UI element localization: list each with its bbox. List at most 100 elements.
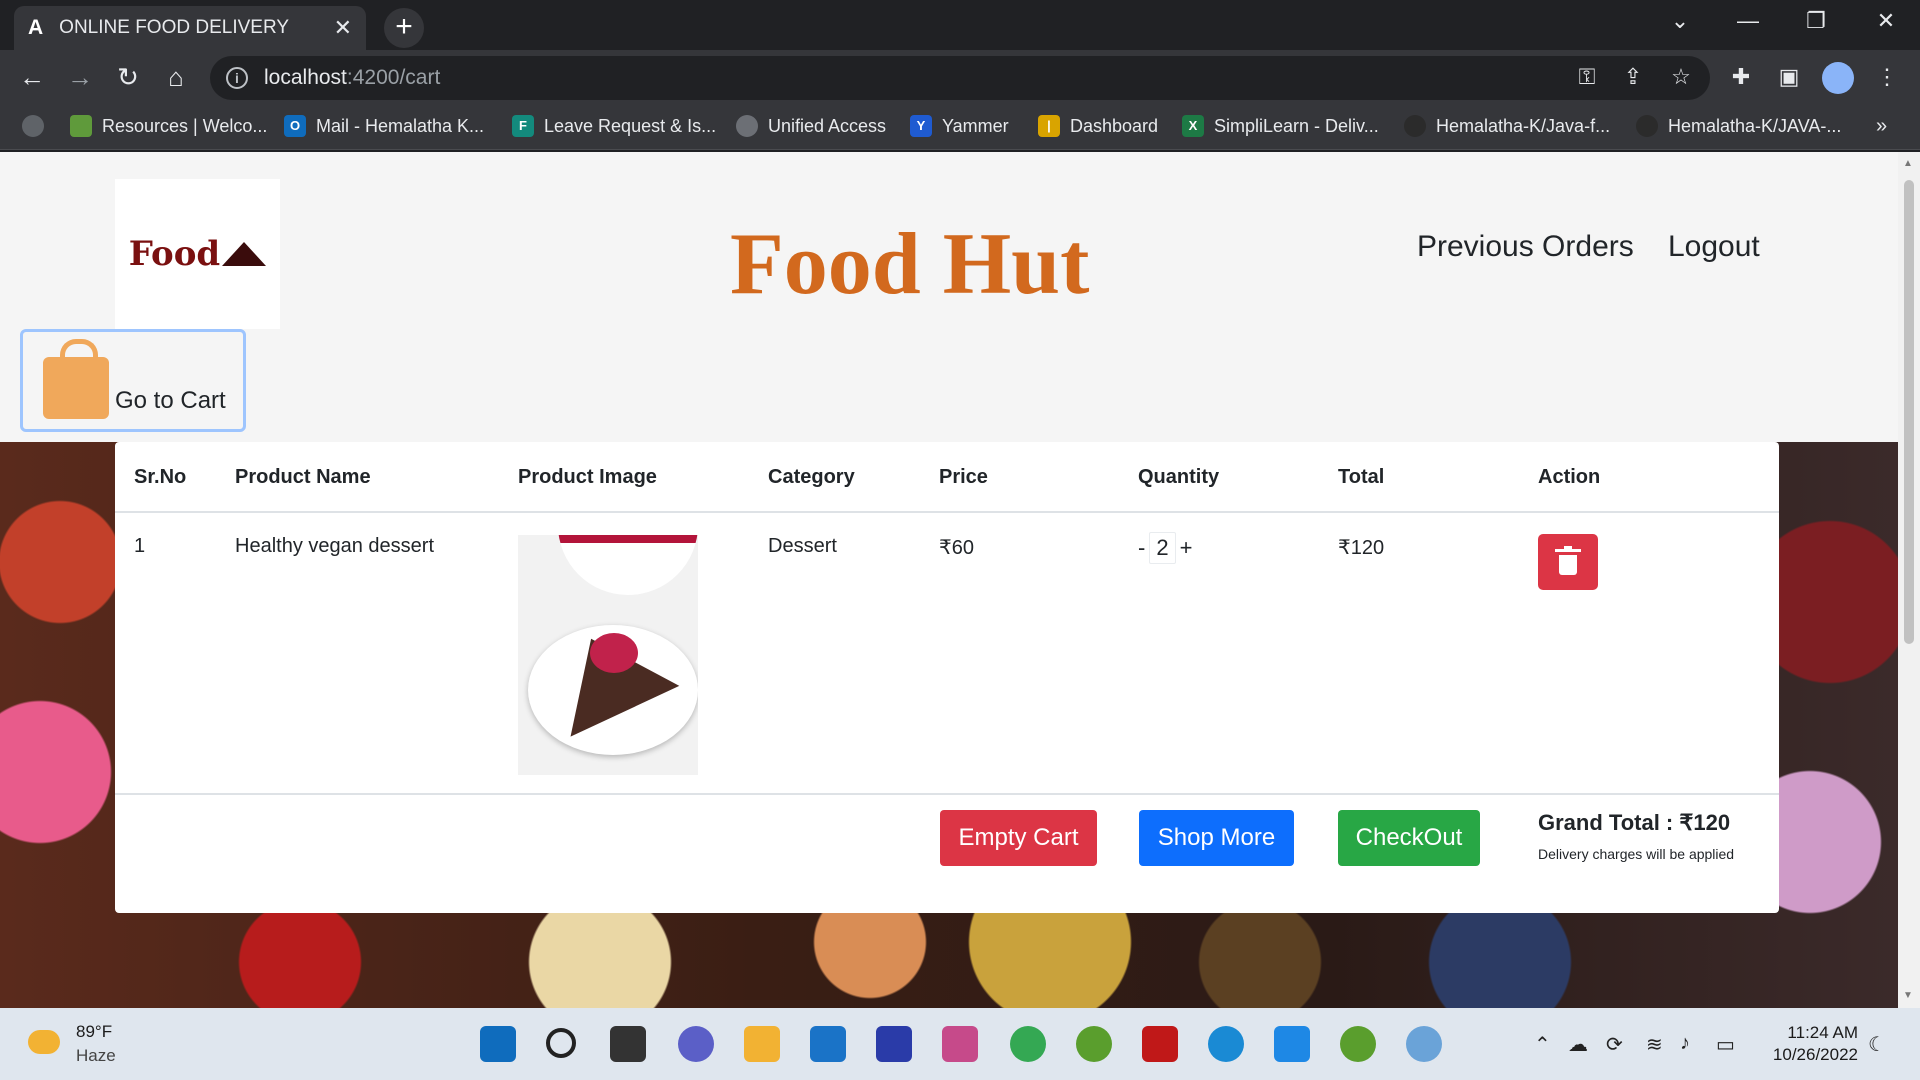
page-scrollbar[interactable]: ▲ ▼ — [1898, 152, 1920, 1008]
reload-icon[interactable]: ↻ — [110, 62, 146, 93]
bookmark-item[interactable]: Unified Access — [736, 115, 886, 137]
go-to-cart-button[interactable]: Go to Cart — [20, 329, 246, 432]
bookmark-item[interactable]: Hemalatha-K/JAVA-... — [1636, 115, 1841, 137]
site-logo[interactable]: Food — [115, 179, 280, 329]
new-tab-button[interactable]: + — [384, 8, 424, 48]
minimize-button[interactable]: — — [1728, 8, 1768, 34]
tab-search-chevron-icon[interactable]: ⌄ — [1660, 8, 1700, 34]
home-icon[interactable]: ⌂ — [158, 62, 194, 93]
angular-favicon-icon: A — [28, 16, 44, 39]
extensions-puzzle-icon[interactable]: ✚ — [1724, 64, 1758, 90]
snipping-tool-icon[interactable] — [942, 1026, 978, 1062]
weather-haze-icon[interactable] — [28, 1030, 60, 1054]
browser-toolbar: ← → ↻ ⌂ i localhost :4200/cart ⚿ ⇪ ☆ ✚ ▣… — [0, 50, 1920, 106]
column-header-product-name: Product Name — [235, 466, 371, 488]
search-icon[interactable] — [546, 1028, 576, 1058]
spring-tool-icon[interactable] — [1340, 1026, 1376, 1062]
scrollbar-thumb[interactable] — [1904, 180, 1914, 644]
nav-logout-link[interactable]: Logout — [1668, 230, 1760, 264]
chrome-icon[interactable] — [1010, 1026, 1046, 1062]
close-tab-icon[interactable]: ✕ — [334, 15, 352, 41]
mcafee-icon[interactable] — [1142, 1026, 1178, 1062]
apps-globe-icon[interactable] — [22, 115, 54, 137]
spring-tool-icon[interactable] — [1076, 1026, 1112, 1062]
battery-icon[interactable]: ▭ — [1716, 1032, 1735, 1057]
column-header-category: Category — [768, 466, 855, 488]
nav-previous-orders-link[interactable]: Previous Orders — [1417, 230, 1634, 264]
chart-icon: | — [1038, 115, 1060, 137]
quantity-stepper: - 2 + — [1138, 532, 1192, 564]
windows-start-icon[interactable] — [480, 1026, 516, 1062]
edge-icon[interactable] — [1208, 1026, 1244, 1062]
row-srno: 1 — [134, 535, 146, 557]
excel-icon: X — [1182, 115, 1204, 137]
tab-title: ONLINE FOOD DELIVERY — [59, 17, 289, 38]
increase-quantity-button[interactable]: + — [1180, 535, 1193, 561]
bookmarks-bar: Resources | Welco... O Mail - Hemalatha K… — [0, 106, 1920, 150]
key-icon[interactable]: ⚿ — [1570, 64, 1604, 90]
bookmark-item[interactable]: Resources | Welco... — [70, 115, 267, 137]
decrease-quantity-button[interactable]: - — [1138, 535, 1145, 561]
clock-date: 10/26/2022 — [1772, 1045, 1858, 1064]
globe-icon — [736, 115, 758, 137]
delete-item-button[interactable] — [1538, 534, 1598, 590]
bookmarks-overflow-button[interactable]: » — [1876, 115, 1887, 138]
restore-button[interactable]: ❐ — [1796, 8, 1836, 34]
footer-divider — [115, 793, 1779, 795]
github-icon — [1404, 115, 1426, 137]
column-header-quantity: Quantity — [1138, 466, 1220, 488]
bookmark-item[interactable]: | Dashboard — [1038, 115, 1158, 137]
brand-title: Food Hut — [730, 216, 1090, 313]
browser-tab[interactable]: A ONLINE FOOD DELIVERY ✕ — [14, 6, 366, 50]
notifications-moon-icon[interactable]: ☾ — [1868, 1032, 1886, 1057]
app-icon[interactable] — [876, 1026, 912, 1062]
onedrive-cloud-icon[interactable]: ☁ — [1568, 1032, 1588, 1057]
checkout-button[interactable]: CheckOut — [1338, 810, 1480, 866]
close-window-button[interactable]: ✕ — [1866, 8, 1906, 34]
building-icon — [70, 115, 92, 137]
weather-temperature[interactable]: 89°F — [76, 1022, 112, 1042]
cart-table-card: Sr.No Product Name Product Image Categor… — [115, 442, 1779, 913]
paint-icon[interactable] — [1406, 1026, 1442, 1062]
logo-text: Food — [128, 234, 221, 274]
side-panel-icon[interactable]: ▣ — [1772, 64, 1806, 90]
go-to-cart-label: Go to Cart — [115, 387, 226, 414]
address-bar[interactable]: i localhost :4200/cart — [210, 56, 1710, 100]
scroll-down-arrow-icon[interactable]: ▼ — [1903, 990, 1913, 1001]
store-icon[interactable] — [810, 1026, 846, 1062]
menu-kebab-icon[interactable]: ⋮ — [1870, 64, 1904, 90]
forward-arrow-icon[interactable]: → — [62, 62, 98, 93]
star-bookmark-icon[interactable]: ☆ — [1664, 64, 1698, 90]
bookmark-item[interactable]: F Leave Request & Is... — [512, 115, 716, 137]
browser-tab-bar: A ONLINE FOOD DELIVERY ✕ + ⌄ — ❐ ✕ — [0, 0, 1920, 50]
vscode-icon[interactable] — [1274, 1026, 1310, 1062]
volume-icon[interactable]: ♪ — [1680, 1032, 1690, 1055]
profile-avatar[interactable] — [1822, 62, 1854, 94]
clock-time: 11:24 AM — [1787, 1023, 1858, 1042]
shopping-bag-icon — [43, 339, 109, 419]
file-explorer-icon[interactable] — [744, 1026, 780, 1062]
system-clock[interactable]: 11:24 AM 10/26/2022 — [1758, 1022, 1858, 1066]
empty-cart-button[interactable]: Empty Cart — [940, 810, 1097, 866]
delivery-note: Delivery charges will be applied — [1538, 846, 1735, 862]
hut-icon — [222, 242, 267, 266]
back-arrow-icon[interactable]: ← — [14, 62, 50, 93]
quantity-value: 2 — [1149, 532, 1176, 564]
weather-condition[interactable]: Haze — [76, 1046, 116, 1066]
show-hidden-icons-chevron-icon[interactable]: ⌃ — [1534, 1032, 1551, 1057]
bookmark-item[interactable]: Hemalatha-K/Java-f... — [1404, 115, 1610, 137]
row-price: ₹60 — [939, 537, 974, 559]
sync-icon[interactable]: ⟳ — [1606, 1032, 1623, 1057]
site-info-icon[interactable]: i — [226, 67, 248, 89]
bookmark-item[interactable]: X SimpliLearn - Deliv... — [1182, 115, 1379, 137]
taskbar: 89°F Haze ⌃ ☁ ⟳ ≋ ♪ ▭ 11:24 AM 10/26/202… — [0, 1008, 1920, 1080]
bookmark-item[interactable]: Y Yammer — [910, 115, 1009, 137]
shop-more-button[interactable]: Shop More — [1139, 810, 1294, 866]
share-icon[interactable]: ⇪ — [1616, 64, 1650, 90]
column-header-srno: Sr.No — [134, 466, 187, 488]
teams-chat-icon[interactable] — [678, 1026, 714, 1062]
wifi-icon[interactable]: ≋ — [1646, 1032, 1663, 1057]
scroll-up-arrow-icon[interactable]: ▲ — [1903, 158, 1913, 169]
task-view-icon[interactable] — [610, 1026, 646, 1062]
bookmark-item[interactable]: O Mail - Hemalatha K... — [284, 115, 484, 137]
